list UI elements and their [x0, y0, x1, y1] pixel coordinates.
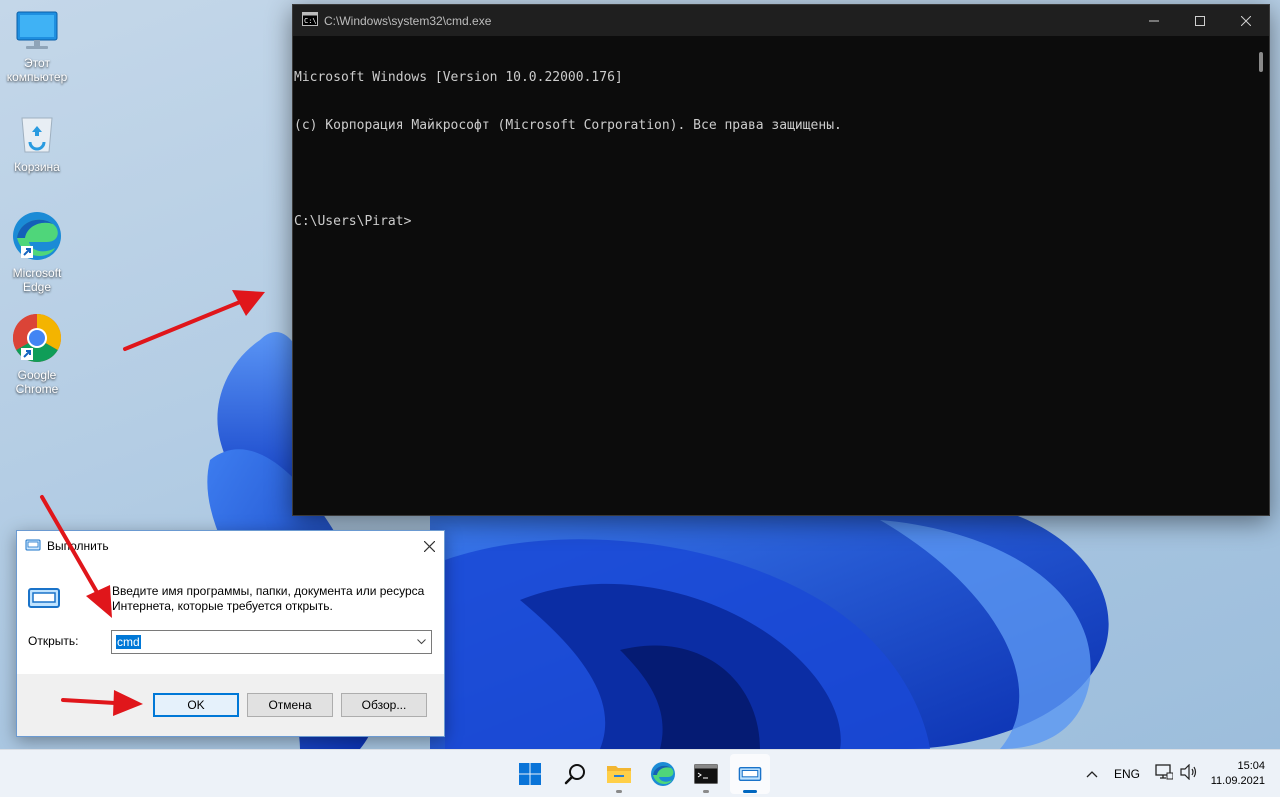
cmd-window[interactable]: C:\ C:\Windows\system32\cmd.exe Microsof…	[292, 4, 1270, 516]
console-output[interactable]: Microsoft Windows [Version 10.0.22000.17…	[293, 36, 1254, 515]
cmd-icon: C:\	[302, 12, 318, 29]
cmd-icon	[694, 764, 718, 784]
running-indicator	[616, 790, 622, 793]
chevron-down-icon[interactable]	[411, 631, 431, 653]
start-button[interactable]	[510, 754, 550, 794]
desktop-icon-recycle-bin[interactable]: Корзина	[0, 110, 74, 174]
desktop-icon-label: Корзина	[14, 160, 60, 174]
volume-icon[interactable]	[1180, 763, 1198, 783]
browse-button[interactable]: Обзор...	[341, 693, 427, 717]
chevron-up-icon[interactable]	[1086, 767, 1098, 781]
svg-text:C:\: C:\	[304, 17, 317, 25]
recycle-bin-icon	[21, 117, 53, 153]
clock-date: 11.09.2021	[1210, 775, 1265, 787]
run-close-button[interactable]	[414, 531, 444, 561]
edge-taskbar-button[interactable]	[643, 754, 683, 794]
open-label: Открыть:	[28, 634, 79, 648]
running-indicator	[703, 790, 709, 793]
desktop-icon-label: Microsoft Edge	[12, 266, 62, 294]
cmd-title: C:\Windows\system32\cmd.exe	[324, 13, 492, 28]
maximize-icon	[1195, 15, 1205, 26]
cmd-titlebar[interactable]: C:\ C:\Windows\system32\cmd.exe	[293, 5, 1269, 36]
console-line: Microsoft Windows [Version 10.0.22000.17…	[294, 70, 623, 85]
run-dialog[interactable]: Выполнить Введите имя программы, папки, …	[16, 530, 445, 737]
search-icon	[564, 764, 585, 785]
open-input[interactable]: cmd	[111, 630, 432, 654]
run-icon	[738, 766, 762, 782]
open-input-value[interactable]: cmd	[116, 635, 141, 649]
minimize-button[interactable]	[1131, 5, 1177, 36]
edge-icon	[651, 762, 675, 786]
run-taskbar-button[interactable]	[730, 754, 770, 794]
desktop-icon-chrome[interactable]: Google Chrome	[0, 312, 74, 396]
scrollbar-thumb[interactable]	[1259, 52, 1263, 72]
run-icon	[25, 539, 41, 554]
run-title: Выполнить	[47, 539, 109, 553]
desktop-icon-this-pc[interactable]: Этот компьютер	[0, 10, 74, 84]
cancel-button[interactable]: Отмена	[247, 693, 333, 717]
run-description: Введите имя программы, папки, документа …	[112, 584, 425, 613]
console-prompt: C:\Users\Pirat>	[294, 214, 412, 229]
console-line: (c) Корпорация Майкрософт (Microsoft Cor…	[294, 118, 842, 133]
close-icon	[423, 540, 435, 552]
file-explorer-button[interactable]	[599, 754, 639, 794]
this-pc-icon	[16, 11, 58, 49]
language-indicator[interactable]: ENG	[1114, 767, 1140, 781]
taskbar: ENG 15:04 11.09.2021	[0, 749, 1280, 797]
minimize-icon	[1149, 20, 1159, 21]
desktop-icon-edge[interactable]: Microsoft Edge	[0, 210, 74, 294]
close-button[interactable]	[1223, 5, 1269, 36]
maximize-button[interactable]	[1177, 5, 1223, 36]
search-button[interactable]	[555, 754, 595, 794]
clock[interactable]: 15:04 11.09.2021	[1211, 759, 1265, 789]
close-icon	[1241, 15, 1251, 26]
network-icon[interactable]	[1155, 764, 1174, 783]
file-explorer-icon	[607, 766, 631, 783]
start-icon	[519, 763, 541, 785]
ok-button[interactable]: OK	[153, 693, 239, 717]
run-titlebar[interactable]: Выполнить	[17, 531, 444, 561]
chrome-icon	[12, 314, 62, 363]
clock-time: 15:04	[1237, 760, 1265, 772]
run-content: Введите имя программы, папки, документа …	[17, 561, 444, 674]
desktop-icon-label: Google Chrome	[15, 368, 59, 396]
cmd-taskbar-button[interactable]	[686, 754, 726, 794]
desktop-icon-label: Этот компьютер	[6, 56, 68, 84]
run-big-icon	[27, 587, 61, 612]
edge-icon	[13, 212, 61, 260]
active-indicator	[743, 790, 757, 793]
console-scrollbar[interactable]	[1254, 36, 1269, 515]
